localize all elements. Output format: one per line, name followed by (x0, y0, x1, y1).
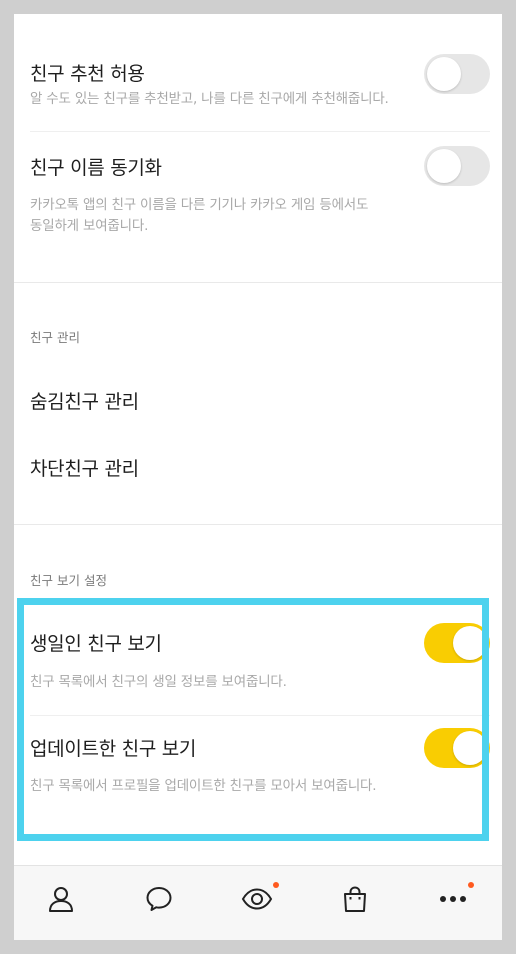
section-separator (14, 524, 502, 525)
tab-more[interactable] (423, 866, 483, 931)
tab-chats[interactable] (129, 866, 189, 931)
divider (30, 715, 490, 716)
bottom-tab-bar (14, 865, 502, 940)
view-section-title: 친구 보기 설정 (30, 573, 107, 588)
settings-panel: 친구 추천 허용 알 수도 있는 친구를 추천받고, 나를 다른 친구에게 추천… (14, 14, 502, 940)
section-separator (14, 282, 502, 283)
toggle-knob (427, 149, 461, 183)
more-badge-dot (468, 882, 474, 888)
name-sync-desc-line2: 동일하게 보여줍니다. (30, 218, 149, 234)
chat-bubble-icon (146, 886, 172, 911)
divider (30, 131, 490, 132)
tab-friends[interactable] (31, 866, 91, 931)
updated-friends-toggle[interactable] (424, 728, 490, 768)
birthday-friends-toggle[interactable] (424, 623, 490, 663)
more-dots-icon (440, 895, 466, 902)
updated-friends-desc: 친구 목록에서 프로필을 업데이트한 친구를 모아서 보여줍니다. (30, 778, 377, 794)
name-sync-title: 친구 이름 동기화 (30, 157, 162, 179)
hidden-friends-menu-item[interactable]: 숨김친구 관리 (30, 387, 139, 414)
view-badge-dot (273, 882, 279, 888)
tab-shopping[interactable] (325, 866, 385, 931)
name-sync-desc-line1: 카카오톡 앱의 친구 이름을 다른 기기나 카카오 게임 등에서도 (30, 197, 369, 213)
recommend-friends-title: 친구 추천 허용 (30, 63, 145, 85)
updated-friends-title: 업데이트한 친구 보기 (30, 738, 197, 760)
recommend-friends-desc: 알 수도 있는 친구를 추천받고, 나를 다른 친구에게 추천해줍니다. (30, 91, 389, 107)
toggle-knob (453, 626, 487, 660)
person-icon (49, 886, 73, 912)
manage-section-title: 친구 관리 (30, 330, 80, 345)
toggle-knob (453, 731, 487, 765)
shopping-bag-icon (344, 885, 366, 912)
toggle-knob (427, 57, 461, 91)
birthday-friends-desc: 친구 목록에서 친구의 생일 정보를 보여줍니다. (30, 674, 287, 690)
view-eye-icon (241, 887, 273, 910)
blocked-friends-menu-item[interactable]: 차단친구 관리 (30, 454, 139, 481)
name-sync-toggle[interactable] (424, 146, 490, 186)
recommend-friends-toggle[interactable] (424, 54, 490, 94)
birthday-friends-title: 생일인 친구 보기 (30, 633, 162, 655)
tab-view[interactable] (227, 866, 287, 931)
